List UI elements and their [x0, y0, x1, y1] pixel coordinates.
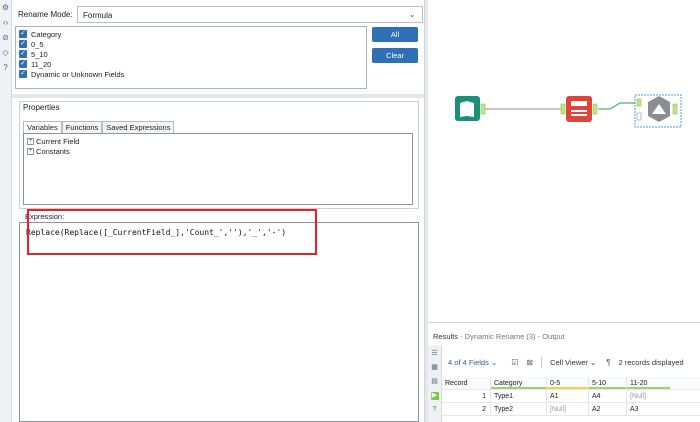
panel-divider[interactable] [12, 94, 424, 98]
tab-functions[interactable]: Functions [61, 121, 103, 133]
field-item-category[interactable]: ✓ Category [19, 29, 363, 39]
field-label: 5_10 [31, 49, 48, 59]
field-item-11-20[interactable]: ✓ 11_20 [19, 59, 363, 69]
field-list[interactable]: ✓ Category ✓ 0_5 ✓ 5_10 ✓ 11_20 ✓ Dynami… [15, 26, 367, 89]
fields-count: 4 of 4 Fields [448, 357, 489, 367]
help-icon[interactable]: ? [2, 64, 10, 72]
workflow-diagram [455, 94, 682, 128]
column-header[interactable]: Record [442, 380, 490, 387]
tab-variables[interactable]: Variables [23, 121, 62, 133]
variables-tree[interactable]: + Current Field + Constants [23, 133, 413, 205]
close-icon[interactable]: ⊠ [526, 358, 533, 367]
table-cell: A4 [588, 390, 626, 402]
cell-viewer-dropdown[interactable]: Cell Viewer ⌄ [550, 358, 596, 367]
chevron-down-icon: ⌄ [408, 9, 416, 19]
left-icon-strip: ⚙ ‹› ⊘ ◇ ? [0, 0, 12, 422]
results-title-text: Results [433, 332, 459, 341]
column-header[interactable]: 0-5 [546, 377, 588, 389]
checkbox-checked-icon[interactable]: ✓ [19, 70, 27, 78]
tab-saved-expressions[interactable]: Saved Expressions [102, 121, 175, 133]
results-panel: Results - Dynamic Rename (3) - Output ☰ … [428, 322, 700, 422]
toolbar-separator [541, 356, 543, 368]
check-icon[interactable]: ☑ [511, 358, 518, 367]
table-row[interactable]: 1 Type1 A1 A4 [Null] [442, 390, 700, 403]
rename-mode-value: Formula [83, 11, 113, 20]
table-cell: A3 [626, 403, 670, 415]
results-subtitle: - Dynamic Rename (3) - Output [458, 332, 565, 341]
checkbox-checked-icon[interactable]: ✓ [19, 30, 27, 38]
table-cell: 1 [482, 392, 486, 400]
input-data-tool[interactable] [455, 96, 486, 121]
annotation-icon[interactable]: ⊘ [2, 34, 10, 42]
rename-mode-select[interactable]: Formula ⌄ [77, 6, 423, 23]
results-icon-strip: ☰ ▦ ▤ ▶ ? [428, 345, 442, 422]
table-row[interactable]: 2 Type2 [Null] A2 A3 [442, 403, 700, 416]
rename-mode-label: Rename Mode: [18, 10, 73, 19]
table-header-row: Record Category 0-5 5-10 11-20 [442, 377, 700, 390]
table-cell: A2 [588, 403, 626, 415]
help-icon[interactable]: ? [431, 406, 439, 414]
checkbox-checked-icon[interactable]: ✓ [19, 60, 27, 68]
connection-line-green [599, 102, 635, 110]
field-label: 11_20 [31, 59, 52, 69]
table-cell: Type1 [490, 390, 546, 402]
data-anchor-icon[interactable]: ▶ [430, 392, 439, 400]
results-table: Record Category 0-5 5-10 11-20 1 Type1 A… [442, 377, 700, 416]
highlight-box [27, 209, 317, 255]
expand-plus-icon[interactable]: + [27, 147, 34, 155]
field-label: 0_5 [31, 39, 44, 49]
properties-tabs: Variables Functions Saved Expressions [23, 121, 175, 133]
field-item-5-10[interactable]: ✓ 5_10 [19, 49, 363, 59]
select-all-button[interactable]: All [372, 27, 418, 42]
results-toolbar: 4 of 4 Fields ⌄ ☑ ⊠ Cell Viewer ⌄ ¶ 2 re… [448, 356, 684, 368]
configuration-panel: Rename Mode: Formula ⌄ ✓ Category ✓ 0_5 … [12, 0, 424, 422]
dynamic-rename-tool[interactable] [634, 94, 682, 128]
table-cell: Type2 [490, 403, 546, 415]
field-label: Category [31, 29, 62, 39]
expand-plus-icon[interactable]: + [27, 137, 34, 145]
column-header[interactable]: Category [490, 377, 546, 389]
records-status: 2 records displayed [618, 357, 684, 367]
field-item-dynamic[interactable]: ✓ Dynamic or Unknown Fields [19, 69, 363, 79]
properties-title: Properties [23, 103, 60, 112]
formula-tool[interactable] [560, 96, 598, 122]
workflow-canvas[interactable] [428, 0, 700, 322]
column-header[interactable]: 5-10 [588, 377, 626, 389]
checkbox-checked-icon[interactable]: ✓ [19, 50, 27, 58]
tag-icon[interactable]: ◇ [2, 49, 10, 57]
cell-viewer-label: Cell Viewer [550, 357, 588, 367]
tree-item-label: Current Field [36, 136, 80, 146]
field-item-0-5[interactable]: ✓ 0_5 [19, 39, 363, 49]
rename-mode-row: Rename Mode: Formula ⌄ [18, 6, 423, 24]
pin-icon[interactable]: ¶ [606, 358, 610, 367]
list-icon[interactable]: ☰ [431, 350, 439, 358]
table-cell: A1 [546, 390, 588, 402]
results-title: Results - Dynamic Rename (3) - Output [433, 332, 565, 341]
grid-icon[interactable]: ▤ [431, 378, 439, 386]
field-label: Dynamic or Unknown Fields [31, 69, 125, 79]
table-icon[interactable]: ▦ [431, 364, 439, 372]
gear-icon[interactable]: ⚙ [2, 4, 10, 12]
column-header[interactable]: 11-20 [626, 377, 670, 389]
table-cell: [Null] [546, 403, 588, 415]
tree-item-constants[interactable]: + Constants [27, 146, 409, 156]
fields-count-dropdown[interactable]: 4 of 4 Fields ⌄ [448, 358, 497, 367]
tree-item-current-field[interactable]: + Current Field [27, 136, 409, 146]
clear-button[interactable]: Clear [372, 48, 418, 63]
table-cell: [Null] [626, 390, 670, 402]
checkbox-checked-icon[interactable]: ✓ [19, 40, 27, 48]
tree-item-label: Constants [36, 146, 70, 156]
table-cell: 2 [482, 405, 486, 413]
code-icon[interactable]: ‹› [2, 19, 10, 27]
